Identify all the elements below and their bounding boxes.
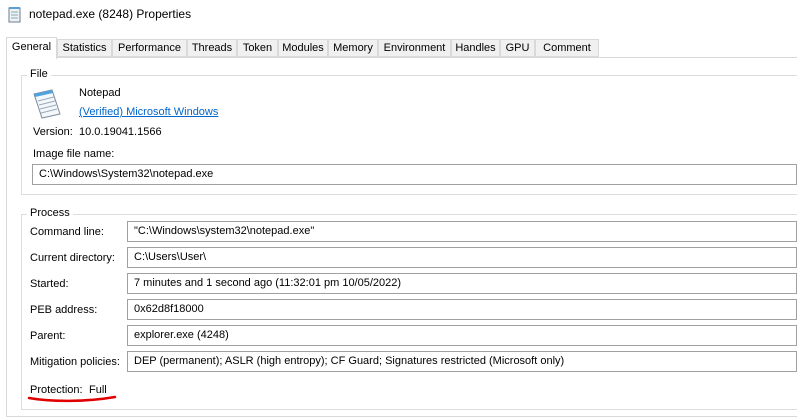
started-label: Started: [30,278,69,290]
image-file-name-label: Image file name: [33,148,115,160]
tab-handles[interactable]: Handles [451,39,500,57]
file-name: Notepad [79,87,121,99]
current-directory-label: Current directory: [30,252,115,264]
peb-address-field[interactable]: 0x62d8f18000 [127,299,797,320]
publisher-link[interactable]: (Verified) Microsoft Windows [79,106,218,118]
tab-gpu[interactable]: GPU [500,39,535,57]
version-value: 10.0.19041.1566 [79,126,162,138]
notepad-icon [8,7,21,23]
file-group-title: File [27,68,51,80]
notepad-large-icon [33,89,61,119]
peb-address-label: PEB address: [30,304,98,316]
title-bar: notepad.exe (8248) Properties [0,0,797,30]
mitigation-policies-label: Mitigation policies: [30,356,120,368]
parent-label: Parent: [30,330,66,342]
tab-performance[interactable]: Performance [112,39,187,57]
tab-statistics[interactable]: Statistics [57,39,112,57]
version-label: Version: [33,126,73,138]
started-field[interactable]: 7 minutes and 1 second ago (11:32:01 pm … [127,273,797,294]
red-underline-annotation [27,395,117,403]
command-line-label: Command line: [30,226,104,238]
image-file-name-field[interactable]: C:\Windows\System32\notepad.exe [32,164,797,185]
tab-token[interactable]: Token [237,39,278,57]
current-directory-field[interactable]: C:\Users\User\ [127,247,797,268]
tab-modules[interactable]: Modules [278,39,328,57]
tab-strip: General Statistics Performance Threads T… [6,37,797,59]
tab-memory[interactable]: Memory [328,39,378,57]
mitigation-policies-field[interactable]: DEP (permanent); ASLR (high entropy); CF… [127,351,797,372]
tab-environment[interactable]: Environment [378,39,451,57]
tab-general[interactable]: General [6,37,57,59]
process-group-title: Process [27,207,73,219]
window-title: notepad.exe (8248) Properties [29,7,192,21]
tab-threads[interactable]: Threads [187,39,237,57]
tab-comment[interactable]: Comment [535,39,599,57]
parent-field[interactable]: explorer.exe (4248) [127,325,797,346]
command-line-field[interactable]: "C:\Windows\system32\notepad.exe" [127,221,797,242]
